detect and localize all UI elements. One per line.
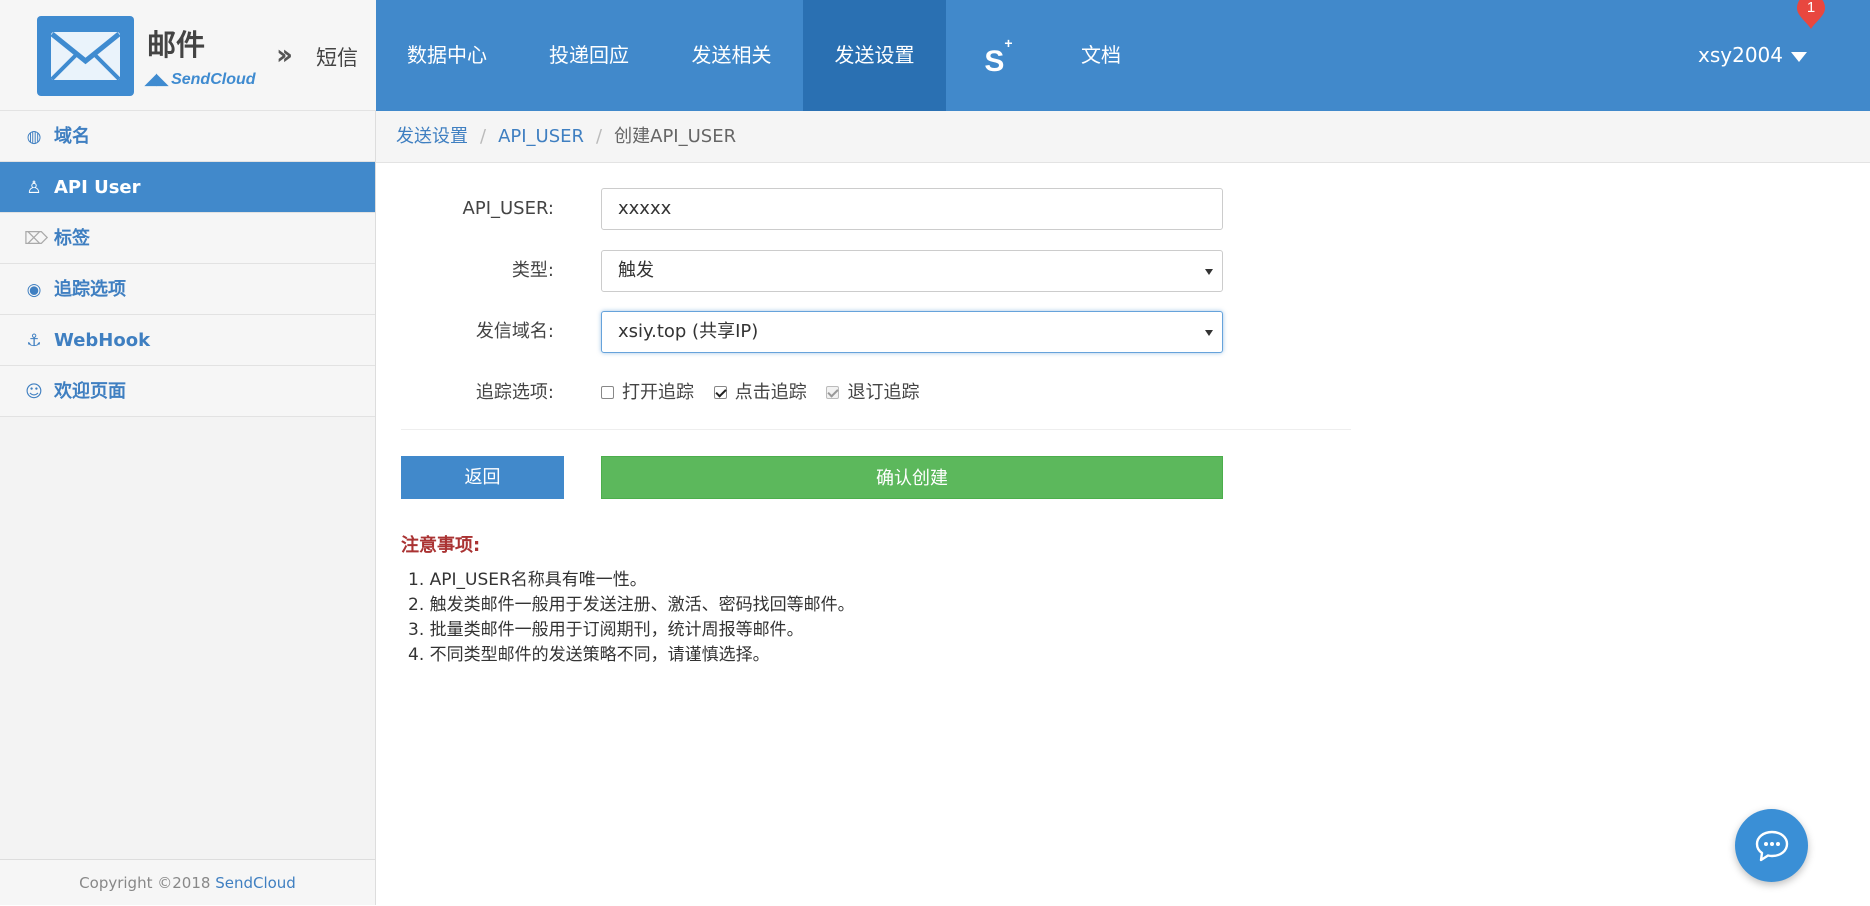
checkbox-box bbox=[713, 386, 727, 399]
s-plus-icon: S+ bbox=[984, 35, 1013, 78]
main-nav: 数据中心 投递回应 发送相关 发送设置 S+ 文档 xsy2004 bbox=[376, 0, 1870, 111]
breadcrumb-api-user[interactable]: API_USER bbox=[498, 126, 584, 147]
tracking-row: 追踪选项: 打开追踪 点击追踪 退订追踪 bbox=[376, 372, 1376, 414]
sidebar-item-label: 域名 bbox=[54, 126, 90, 147]
api-user-label: API_USER: bbox=[462, 198, 554, 219]
breadcrumb: 发送设置 / API_USER / 创建API_USER bbox=[376, 111, 1870, 163]
nav-item-sending[interactable]: 发送相关 bbox=[660, 0, 803, 111]
breadcrumb-send-settings[interactable]: 发送设置 bbox=[396, 126, 468, 147]
switch-to-sms-link[interactable]: 短信 bbox=[316, 42, 358, 72]
checkbox-label: 打开追踪 bbox=[622, 382, 694, 403]
type-select[interactable]: 触发 bbox=[601, 250, 1223, 292]
eye-icon: ◉ bbox=[26, 280, 42, 300]
confirm-create-button[interactable]: 确认创建 bbox=[601, 456, 1223, 499]
checkbox-label: 点击追踪 bbox=[734, 382, 807, 403]
sidebar-item-tracking[interactable]: ◉ 追踪选项 bbox=[0, 264, 375, 315]
breadcrumb-current: 创建API_USER bbox=[614, 126, 737, 147]
notice-title: 注意事项: bbox=[401, 535, 481, 556]
api-user-row: API_USER: xxxxx bbox=[376, 188, 1376, 230]
type-row: 类型: 触发 bbox=[376, 250, 1376, 292]
notification-badge[interactable]: 1 bbox=[1796, 0, 1826, 30]
sidebar-item-api-user[interactable]: ♙ API User bbox=[0, 162, 375, 213]
nav-item-send-settings[interactable]: 发送设置 bbox=[803, 0, 946, 111]
smile-icon: ☺ bbox=[25, 382, 43, 402]
notice-item: 1. API_USER名称具有唯一性。 bbox=[408, 570, 647, 590]
sidebar-item-label: 追踪选项 bbox=[54, 279, 126, 300]
top-bar: 邮件 ◢◣ SendCloud ›› 短信 数据中心 投递回应 发送相关 发送设置… bbox=[0, 0, 1870, 111]
nav-item-delivery-response[interactable]: 投递回应 bbox=[518, 0, 660, 111]
open-tracking-checkbox[interactable]: 打开追踪 bbox=[601, 372, 694, 414]
notice-item: 3. 批量类邮件一般用于订阅期刊，统计周报等邮件。 bbox=[408, 620, 804, 640]
tag-icon: ⌦ bbox=[24, 229, 49, 249]
brand-logo: ◢◣ SendCloud bbox=[145, 70, 256, 89]
domain-row: 发信域名: xsiy.top (共享IP) bbox=[376, 311, 1376, 353]
domain-label: 发信域名: bbox=[475, 321, 554, 342]
notice-list: 1. API_USER名称具有唯一性。 2. 触发类邮件一般用于发送注册、激活、… bbox=[408, 568, 855, 668]
sidebar: ◍ 域名 ♙ API User ⌦ 标签 ◉ 追踪选项 ⚓ WebHook ☺ 欢迎页面 C… bbox=[0, 111, 376, 905]
form-divider bbox=[401, 429, 1351, 430]
type-selected-value: 触发 bbox=[618, 260, 654, 281]
domain-selected-value: xsiy.top (共享IP) bbox=[618, 321, 759, 342]
logo-area: 邮件 ◢◣ SendCloud ›› 短信 bbox=[0, 0, 376, 111]
sidebar-item-webhook[interactable]: ⚓ WebHook bbox=[0, 315, 375, 366]
click-tracking-checkbox[interactable]: 点击追踪 bbox=[713, 372, 807, 414]
copyright: Copyright ©2018 SendCloud bbox=[0, 859, 375, 905]
tracking-label: 追踪选项: bbox=[475, 382, 554, 403]
notice-item: 4. 不同类型邮件的发送策略不同，请谨慎选择。 bbox=[408, 645, 770, 665]
anchor-icon: ⚓ bbox=[26, 331, 42, 351]
chat-button[interactable] bbox=[1735, 809, 1808, 882]
sidebar-menu: ◍ 域名 ♙ API User ⌦ 标签 ◉ 追踪选项 ⚓ WebHook ☺ 欢迎页面 bbox=[0, 111, 375, 417]
username: xsy2004 bbox=[1698, 43, 1783, 67]
brand-name: SendCloud bbox=[171, 71, 256, 88]
breadcrumb-separator: / bbox=[480, 126, 487, 147]
sidebar-item-domain[interactable]: ◍ 域名 bbox=[0, 111, 375, 162]
notice-item: 2. 触发类邮件一般用于发送注册、激活、密码找回等邮件。 bbox=[408, 595, 855, 615]
user-icon: ♙ bbox=[26, 178, 42, 198]
mail-logo-icon[interactable] bbox=[37, 16, 134, 96]
api-user-input[interactable]: xxxxx bbox=[601, 188, 1223, 230]
nav-item-data-center[interactable]: 数据中心 bbox=[376, 0, 518, 111]
back-button[interactable]: 返回 bbox=[401, 456, 564, 499]
sidebar-item-welcome-page[interactable]: ☺ 欢迎页面 bbox=[0, 366, 375, 417]
sidebar-item-tags[interactable]: ⌦ 标签 bbox=[0, 213, 375, 264]
chat-bubble-icon bbox=[1755, 830, 1789, 862]
checkbox-box bbox=[601, 386, 614, 399]
double-chevron-right-icon[interactable]: ›› bbox=[276, 38, 293, 71]
sendcloud-link[interactable]: SendCloud bbox=[215, 874, 296, 892]
product-title: 邮件 bbox=[147, 28, 206, 62]
sidebar-item-label: API User bbox=[54, 177, 141, 198]
nav-item-s-plus[interactable]: S+ bbox=[946, 0, 1051, 111]
unsubscribe-tracking-checkbox: 退订追踪 bbox=[826, 372, 919, 414]
nav-item-docs[interactable]: 文档 bbox=[1051, 0, 1151, 111]
breadcrumb-separator: / bbox=[596, 126, 603, 147]
caret-down-icon bbox=[1791, 51, 1807, 62]
sendcloud-mark-icon: ◢◣ bbox=[145, 71, 169, 88]
domain-select[interactable]: xsiy.top (共享IP) bbox=[601, 311, 1223, 353]
sidebar-item-label: WebHook bbox=[54, 330, 151, 351]
globe-icon: ◍ bbox=[26, 127, 42, 147]
checkbox-box bbox=[826, 386, 840, 399]
type-label: 类型: bbox=[511, 260, 554, 281]
copyright-text: Copyright ©2018 bbox=[79, 874, 211, 892]
sidebar-item-label: 欢迎页面 bbox=[54, 381, 126, 402]
select-caret-icon bbox=[1205, 269, 1213, 275]
select-caret-icon bbox=[1205, 330, 1213, 336]
checkbox-label: 退订追踪 bbox=[847, 382, 920, 403]
tracking-options: 打开追踪 点击追踪 退订追踪 bbox=[601, 372, 933, 414]
notification-count: 1 bbox=[1807, 0, 1815, 16]
user-menu[interactable]: xsy2004 bbox=[1698, 0, 1807, 111]
sidebar-item-label: 标签 bbox=[54, 228, 90, 249]
